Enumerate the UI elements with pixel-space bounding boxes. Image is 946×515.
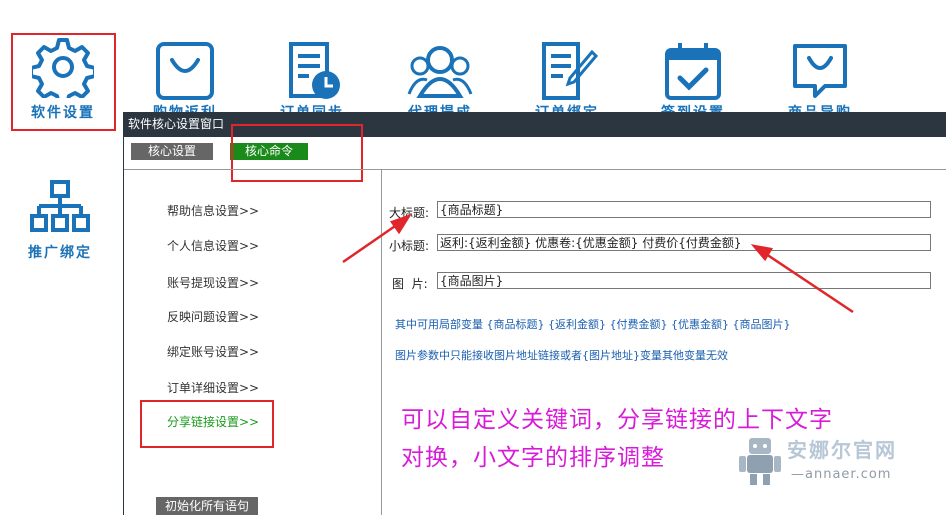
users-icon xyxy=(407,46,473,98)
tile-agent-commission-label: 代理提成 xyxy=(390,102,490,112)
top-toolbar: 软件设置 购物返利 订单同步 代理提成 xyxy=(0,0,946,121)
sidebar-divider xyxy=(381,169,382,515)
tile-promotion-binding[interactable]: 推广绑定 xyxy=(18,180,102,270)
init-all-statements-button[interactable]: 初始化所有语句 xyxy=(156,497,258,515)
chat-bag-icon xyxy=(793,44,847,98)
tile-order-binding[interactable]: 订单绑定 xyxy=(517,40,617,112)
document-pen-icon xyxy=(542,42,598,100)
subtitle-label: 小标题: xyxy=(389,239,430,253)
tile-checkin-settings[interactable]: 签到设置 xyxy=(643,40,743,112)
org-chart-icon xyxy=(30,180,90,232)
tile-product-guide[interactable]: 商品导购 xyxy=(770,40,870,112)
tile-order-binding-label: 订单绑定 xyxy=(517,102,617,112)
tile-shopping-rebate[interactable]: 购物返利 xyxy=(135,40,235,112)
title-label: 大标题: xyxy=(389,206,430,220)
menu-item-help-info[interactable]: 帮助信息设置>> xyxy=(167,202,259,219)
menu-item-personal-info[interactable]: 个人信息设置>> xyxy=(167,237,259,254)
menu-item-order-detail[interactable]: 订单详细设置>> xyxy=(167,379,259,396)
image-input[interactable]: {商品图片} xyxy=(437,272,931,289)
highlight-core-commands-tab xyxy=(231,124,363,182)
subtitle-input[interactable]: 返利:{返利金额} 优惠卷:{优惠金额} 付费价{付费金额} xyxy=(437,234,931,251)
tile-checkin-settings-label: 签到设置 xyxy=(643,102,743,112)
robot-logo-icon xyxy=(739,438,781,485)
menu-item-withdraw[interactable]: 账号提现设置>> xyxy=(167,274,259,291)
watermark: 安娜尔官网 —annaer.com xyxy=(735,434,940,490)
calendar-check-icon xyxy=(665,43,721,100)
tab-divider xyxy=(124,169,946,170)
tile-order-sync-label: 订单同步 xyxy=(262,102,362,112)
watermark-url: —annaer.com xyxy=(791,467,892,482)
hint-image-parameter: 图片参数中只能接收图片地址链接或者{图片地址}变量其他变量无效 xyxy=(395,349,728,362)
tile-product-guide-label: 商品导购 xyxy=(770,102,870,112)
tile-agent-commission[interactable]: 代理提成 xyxy=(390,40,490,112)
tile-order-sync[interactable]: 订单同步 xyxy=(262,40,362,112)
shopping-bag-icon xyxy=(156,42,214,100)
tab-core-settings[interactable]: 核心设置 xyxy=(131,143,213,160)
hint-local-variables: 其中可用局部变量 {商品标题} {返利金额} {付费金额} {优惠金额} {商品… xyxy=(395,318,791,331)
highlight-software-settings xyxy=(11,33,116,131)
annotation-line-1: 可以自定义关键词，分享链接的上下文字 xyxy=(401,407,833,433)
image-label: 图 片: xyxy=(392,277,428,291)
watermark-name: 安娜尔官网 xyxy=(787,438,897,462)
tile-promotion-binding-label: 推广绑定 xyxy=(28,245,92,261)
tile-shopping-rebate-label: 购物返利 xyxy=(135,102,235,112)
menu-item-feedback[interactable]: 反映问题设置>> xyxy=(167,308,259,325)
title-input[interactable]: {商品标题} xyxy=(437,201,931,218)
order-clock-icon xyxy=(289,42,340,99)
highlight-share-link-item xyxy=(140,400,274,448)
annotation-line-2: 对换，小文字的排序调整 xyxy=(401,445,665,471)
menu-item-bind-account[interactable]: 绑定账号设置>> xyxy=(167,343,259,360)
